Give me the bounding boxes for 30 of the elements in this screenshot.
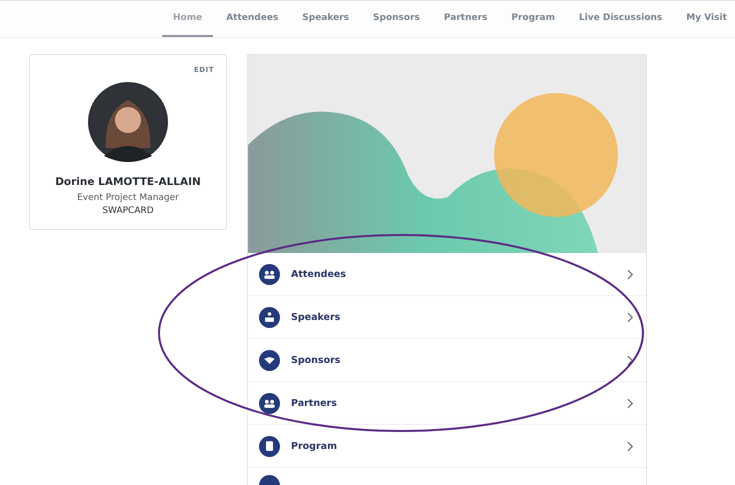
- nav-tab[interactable]: Attendees: [215, 1, 290, 37]
- people-icon: [259, 392, 280, 414]
- chevron-right-icon: [627, 354, 634, 366]
- profile-name: Dorine LAMOTTE-ALLAIN: [55, 176, 201, 188]
- nav-tab[interactable]: Speakers: [291, 1, 360, 37]
- chevron-right-icon: [627, 268, 634, 280]
- menu-item[interactable]: Sponsors: [248, 339, 646, 382]
- menu-item[interactable]: Speakers: [248, 296, 646, 339]
- menu-item[interactable]: Attendees: [248, 253, 646, 296]
- company-name: SWAPCARD: [102, 206, 154, 216]
- menu-item[interactable]: Partners: [248, 382, 646, 425]
- people-icon: [259, 264, 280, 284]
- nav-tab[interactable]: Partners: [432, 1, 498, 37]
- menu-label: Partners: [291, 398, 338, 408]
- job-title: Event Project Manager: [77, 193, 179, 203]
- menu-label: Speakers: [291, 312, 342, 322]
- nav-tab[interactable]: My Visit: [675, 1, 735, 37]
- document-icon: [259, 436, 280, 456]
- nav-tab[interactable]: Sponsors: [362, 1, 431, 37]
- menu-item[interactable]: Program: [248, 425, 646, 468]
- nav-tab[interactable]: Home: [162, 1, 214, 37]
- menu-label: Sponsors: [291, 354, 342, 366]
- chevron-right-icon: [627, 440, 634, 452]
- menu-label: Program: [291, 440, 338, 452]
- chevron-right-icon: [627, 312, 634, 322]
- nav-tab[interactable]: Program: [500, 1, 566, 37]
- nav-tab[interactable]: Live Discussions: [568, 1, 674, 37]
- podium-icon: [259, 306, 280, 328]
- chevron-right-icon: [627, 398, 634, 408]
- menu-label: Attendees: [291, 268, 347, 280]
